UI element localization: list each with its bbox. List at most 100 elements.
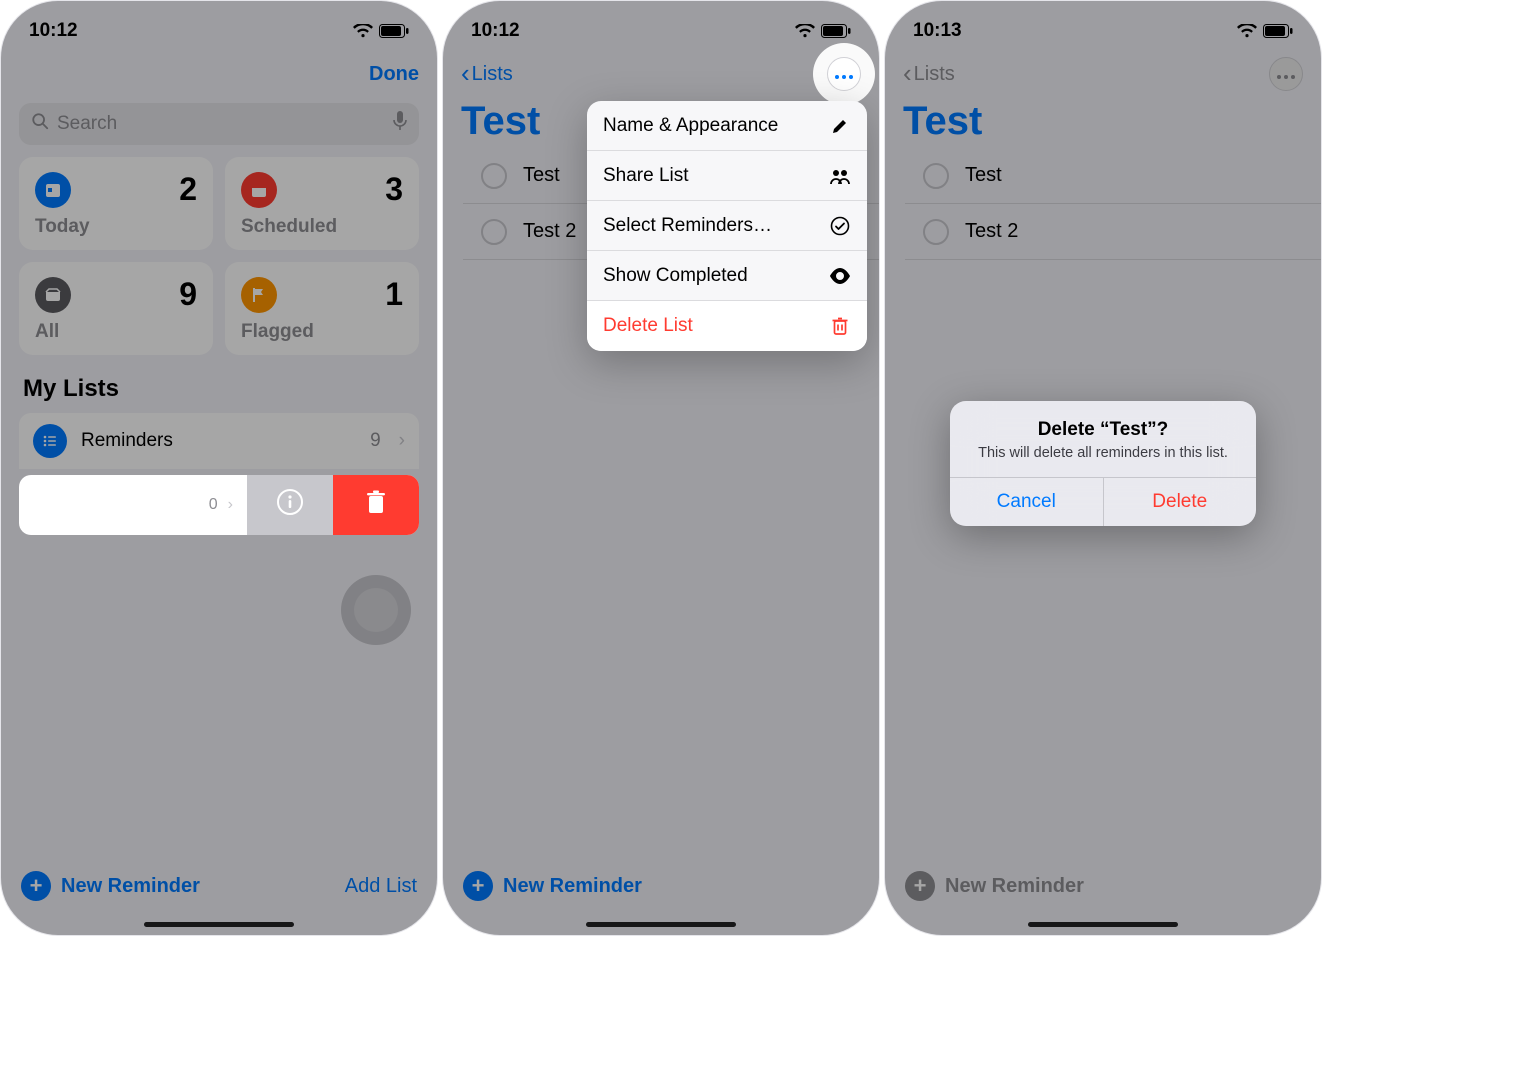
list-actions-menu: Name & Appearance Share List Select Remi… — [587, 101, 867, 351]
new-reminder-button[interactable]: + New Reminder — [463, 871, 642, 901]
chevron-left-icon: ‹ — [903, 58, 912, 89]
reminder-row[interactable]: Test — [905, 148, 1321, 204]
screen-2: 10:12 ‹ Lists Test Test Test 2 — [442, 0, 880, 936]
trash-icon — [829, 316, 851, 336]
radio-unchecked-icon[interactable] — [481, 163, 507, 189]
swiped-list-count: 0 — [209, 496, 218, 514]
swipe-action-delete[interactable] — [333, 475, 419, 535]
back-button[interactable]: ‹ Lists — [903, 60, 955, 89]
swiped-list-row: 0 › — [19, 475, 419, 535]
radio-unchecked-icon[interactable] — [481, 219, 507, 245]
search-field[interactable]: Search — [19, 103, 419, 145]
menu-item-share-list[interactable]: Share List — [587, 151, 867, 201]
pencil-icon — [829, 117, 851, 135]
plus-circle-icon: + — [21, 871, 51, 901]
bottom-toolbar: + New Reminder — [443, 871, 879, 915]
all-label: All — [35, 321, 197, 343]
radio-unchecked-icon[interactable] — [923, 219, 949, 245]
nav-bar: Done — [1, 51, 437, 99]
all-count: 9 — [179, 276, 197, 313]
list-title: Test — [885, 99, 1321, 148]
back-button[interactable]: ‹ Lists — [461, 60, 513, 89]
screen-3: 10:13 ‹ Lists Test Test Test 2 — [884, 0, 1322, 936]
flagged-label: Flagged — [241, 321, 403, 343]
menu-item-label: Name & Appearance — [603, 115, 778, 137]
list-count: 9 — [370, 430, 381, 452]
status-time: 10:12 — [471, 20, 520, 42]
status-time: 10:13 — [913, 20, 962, 42]
tile-scheduled[interactable]: 3 Scheduled — [225, 157, 419, 250]
back-label: Lists — [914, 63, 955, 86]
swipe-action-info[interactable] — [247, 475, 333, 535]
scheduled-count: 3 — [385, 171, 403, 208]
back-label: Lists — [472, 63, 513, 86]
new-reminder-label: New Reminder — [503, 875, 642, 898]
new-reminder-label: New Reminder — [61, 875, 200, 898]
trash-icon — [364, 490, 388, 521]
calendar-icon — [241, 172, 277, 208]
status-indicators — [1237, 24, 1293, 38]
swiped-list-body[interactable]: 0 › — [19, 475, 247, 535]
wifi-icon — [795, 24, 815, 38]
search-icon — [31, 112, 49, 136]
info-icon — [277, 489, 303, 522]
new-reminder-button[interactable]: + New Reminder — [21, 871, 200, 901]
nav-bar: ‹ Lists — [885, 51, 1321, 99]
bottom-toolbar: + New Reminder — [885, 871, 1321, 915]
menu-item-delete-list[interactable]: Delete List — [587, 301, 867, 351]
reminder-row[interactable]: Test 2 — [905, 204, 1321, 260]
flag-icon — [241, 277, 277, 313]
status-time: 10:12 — [29, 20, 78, 42]
ellipsis-icon — [834, 64, 854, 85]
assistive-touch-inner-icon — [354, 588, 398, 632]
microphone-icon[interactable] — [393, 111, 407, 137]
search-placeholder: Search — [57, 113, 117, 135]
menu-item-select-reminders[interactable]: Select Reminders… — [587, 201, 867, 251]
eye-icon — [829, 268, 851, 284]
more-options-button[interactable] — [827, 57, 861, 91]
battery-icon — [821, 24, 851, 38]
new-reminder-label: New Reminder — [945, 875, 1084, 898]
tile-flagged[interactable]: 1 Flagged — [225, 262, 419, 355]
alert-title: Delete “Test”? — [968, 419, 1238, 441]
scheduled-label: Scheduled — [241, 216, 403, 238]
home-indicator[interactable] — [586, 922, 736, 927]
reminder-title: Test — [523, 164, 560, 187]
smart-lists-grid: 2 Today 3 Scheduled 9 All — [1, 157, 437, 355]
menu-item-show-completed[interactable]: Show Completed — [587, 251, 867, 301]
delete-confirmation-alert: Delete “Test”? This will delete all remi… — [950, 401, 1256, 526]
menu-item-label: Show Completed — [603, 265, 748, 287]
wifi-icon — [353, 24, 373, 38]
status-indicators — [353, 24, 409, 38]
menu-item-name-appearance[interactable]: Name & Appearance — [587, 101, 867, 151]
alert-delete-button[interactable]: Delete — [1103, 478, 1257, 526]
screen-1: 10:12 Done Search 2 — [0, 0, 438, 936]
today-count: 2 — [179, 171, 197, 208]
chevron-right-icon: › — [228, 496, 233, 514]
status-bar: 10:12 — [1, 1, 437, 51]
bottom-toolbar: + New Reminder Add List — [1, 871, 437, 915]
tile-all[interactable]: 9 All — [19, 262, 213, 355]
menu-item-label: Delete List — [603, 315, 693, 337]
status-bar: 10:13 — [885, 1, 1321, 51]
alert-cancel-button[interactable]: Cancel — [950, 478, 1103, 526]
flagged-count: 1 — [385, 276, 403, 313]
status-indicators — [795, 24, 851, 38]
tile-today[interactable]: 2 Today — [19, 157, 213, 250]
menu-item-label: Share List — [603, 165, 689, 187]
battery-icon — [1263, 24, 1293, 38]
radio-unchecked-icon[interactable] — [923, 163, 949, 189]
ellipsis-icon — [1276, 64, 1296, 85]
home-indicator[interactable] — [1028, 922, 1178, 927]
reminder-title: Test — [965, 164, 1002, 187]
wifi-icon — [1237, 24, 1257, 38]
assistive-touch-button[interactable] — [341, 575, 411, 645]
add-list-button[interactable]: Add List — [345, 875, 417, 898]
status-bar: 10:12 — [443, 1, 879, 51]
today-label: Today — [35, 216, 197, 238]
chevron-left-icon: ‹ — [461, 58, 470, 89]
done-button[interactable]: Done — [369, 63, 419, 86]
list-row-reminders[interactable]: Reminders 9 › — [19, 413, 419, 469]
more-options-button[interactable] — [1269, 57, 1303, 91]
home-indicator[interactable] — [144, 922, 294, 927]
